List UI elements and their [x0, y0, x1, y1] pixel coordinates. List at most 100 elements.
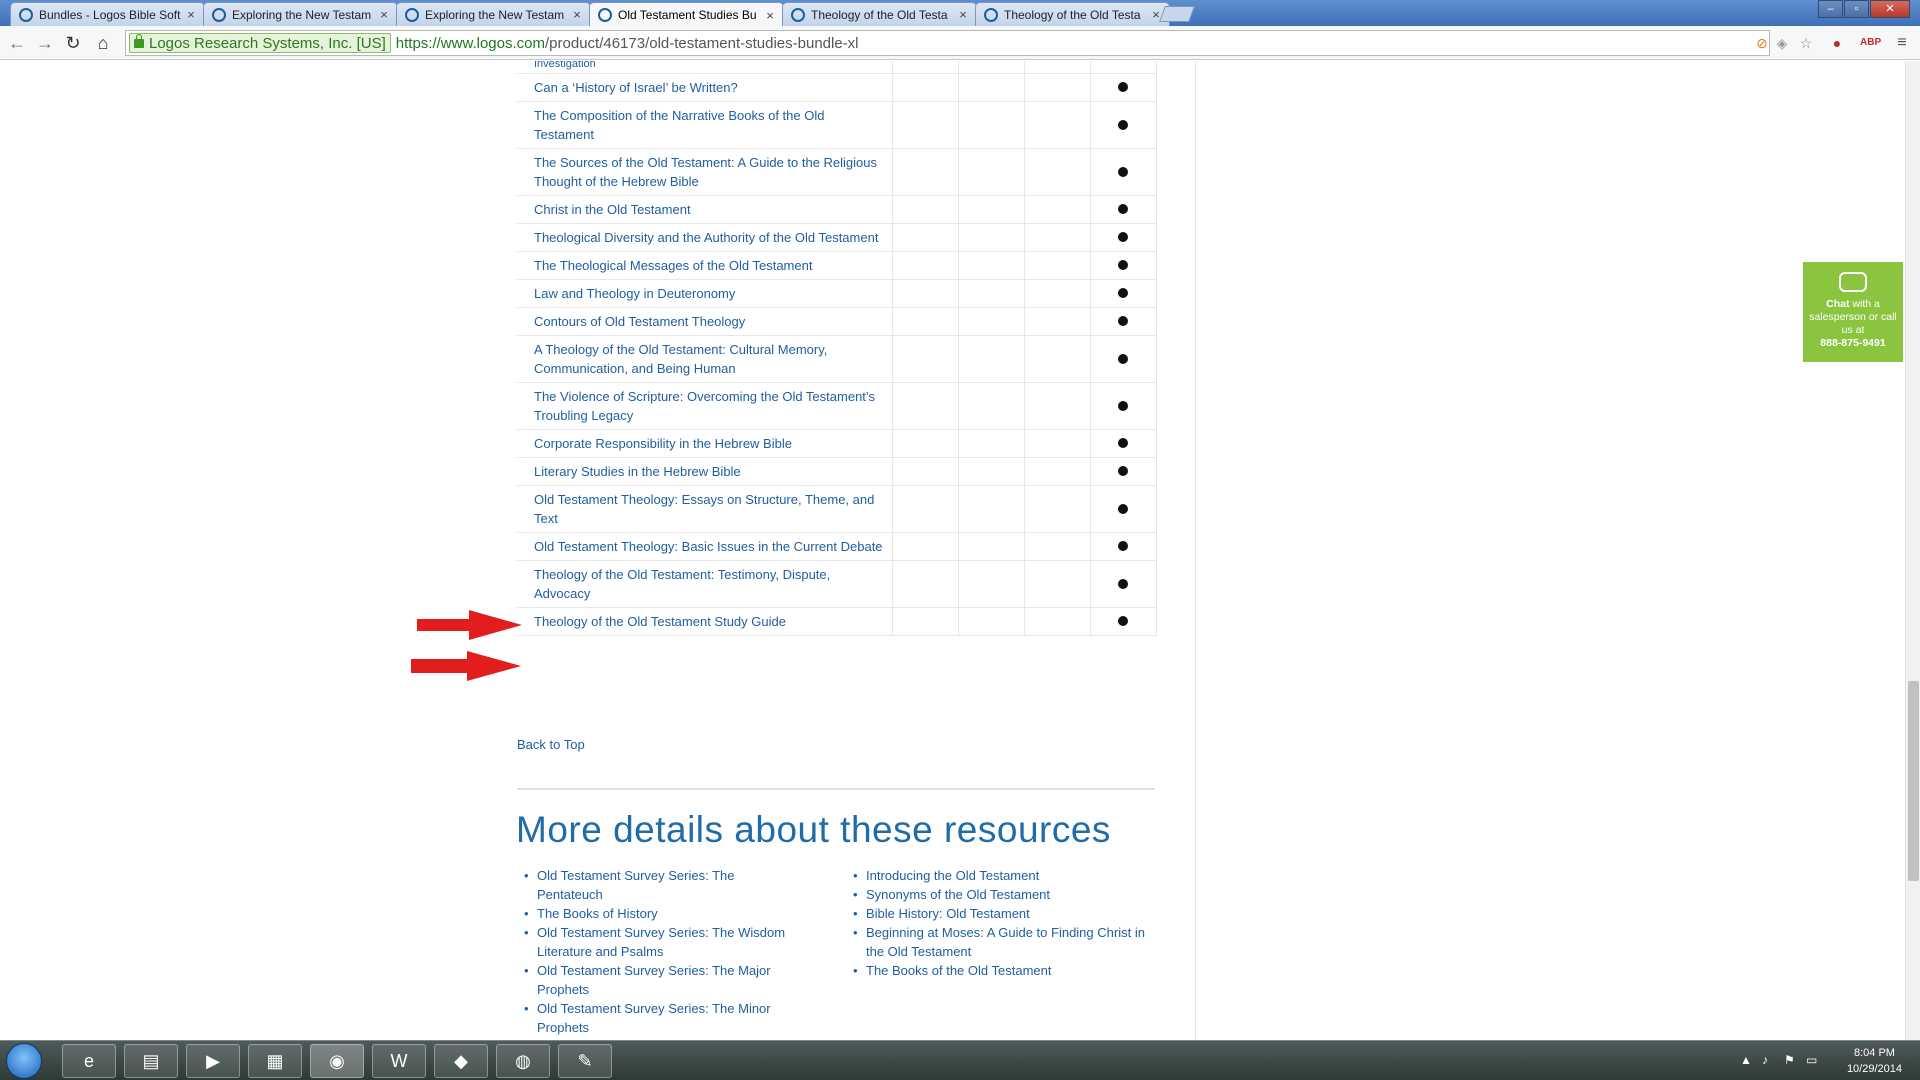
- start-button[interactable]: [6, 1043, 42, 1079]
- browser-tab[interactable]: Exploring the New Testam ×: [396, 2, 591, 26]
- browser-tab[interactable]: Exploring the New Testam ×: [203, 2, 398, 26]
- product-title-link[interactable]: Contours of Old Testament Theology: [517, 307, 893, 336]
- browser-tab[interactable]: Theology of the Old Testa ×: [975, 2, 1170, 26]
- adblock-icon[interactable]: ABP: [1860, 33, 1881, 53]
- resource-link[interactable]: Old Testament Survey Series: The Minor P…: [517, 999, 797, 1037]
- action-center-flag-icon[interactable]: ⚑: [1784, 1053, 1795, 1067]
- table-row: Christ in the Old Testament: [517, 195, 1157, 224]
- resource-link[interactable]: Beginning at Moses: A Guide to Finding C…: [846, 923, 1156, 961]
- shield-icon[interactable]: ◈: [1772, 33, 1792, 53]
- edition-column-cell: [1024, 195, 1091, 224]
- word-icon[interactable]: W: [372, 1044, 426, 1078]
- edition-column-cell: [1024, 279, 1091, 308]
- edition-column-cell: [1090, 335, 1157, 383]
- network-icon[interactable]: ▭: [1806, 1053, 1817, 1067]
- product-title-link[interactable]: Theological Diversity and the Authority …: [517, 223, 893, 252]
- edition-column-cell: [958, 223, 1025, 252]
- included-dot-icon: [1118, 466, 1128, 476]
- edition-column-cell: [1024, 335, 1091, 383]
- section-divider: [517, 788, 1155, 790]
- bookmark-star-icon[interactable]: ☆: [1796, 33, 1816, 53]
- product-title-link[interactable]: Old Testament Theology: Essays on Struct…: [517, 485, 893, 533]
- edition-column-cell: [1090, 457, 1157, 486]
- vertical-scrollbar[interactable]: [1905, 61, 1920, 1040]
- product-title-link[interactable]: Christ in the Old Testament: [517, 195, 893, 224]
- resource-link[interactable]: Old Testament Survey Series: The Major P…: [517, 961, 797, 999]
- resource-link[interactable]: Synonyms of the Old Testament: [846, 885, 1156, 904]
- table-row: Contours of Old Testament Theology: [517, 307, 1157, 336]
- tab-close-icon[interactable]: ×: [570, 7, 584, 22]
- menu-icon[interactable]: ≡: [1892, 33, 1912, 53]
- product-title-link[interactable]: The Theological Messages of the Old Test…: [517, 251, 893, 280]
- details-heading: More details about these resources: [516, 809, 1111, 850]
- product-title-link[interactable]: Corporate Responsibility in the Hebrew B…: [517, 429, 893, 458]
- back-to-top-link[interactable]: Back to Top: [517, 737, 585, 752]
- file-explorer-icon[interactable]: ▤: [124, 1044, 178, 1078]
- logos-favicon-icon: [791, 7, 805, 22]
- resource-link[interactable]: The Books of History: [517, 904, 797, 923]
- edition-column-cell: [958, 560, 1025, 608]
- resource-link[interactable]: Old Testament Survey Series: The Wisdom …: [517, 923, 797, 961]
- edition-column-cell: [1090, 429, 1157, 458]
- product-title-link[interactable]: A Theology of the Old Testament: Cultura…: [517, 335, 893, 383]
- tab-title: Exploring the New Testam: [425, 7, 565, 22]
- reload-icon[interactable]: ↻: [62, 32, 84, 54]
- tab-title: Old Testament Studies Bu: [618, 8, 757, 22]
- ev-certificate-badge[interactable]: Logos Research Systems, Inc. [US]: [129, 33, 391, 53]
- volume-icon[interactable]: ♪: [1762, 1053, 1768, 1067]
- minimize-icon[interactable]: –: [1818, 0, 1843, 18]
- product-title-link[interactable]: Theology of the Old Testament Study Guid…: [517, 607, 893, 636]
- maximize-icon[interactable]: ▫: [1844, 0, 1869, 18]
- tab-close-icon[interactable]: ×: [377, 7, 391, 22]
- tab-close-icon[interactable]: ×: [184, 7, 198, 22]
- browser-toolbar: ← → ↻ ⌂ Logos Research Systems, Inc. [US…: [0, 26, 1920, 60]
- tray-expand-icon[interactable]: ▲: [1740, 1053, 1752, 1067]
- product-title-link[interactable]: The Violence of Scripture: Overcoming th…: [517, 382, 893, 430]
- close-window-icon[interactable]: ✕: [1870, 0, 1910, 18]
- product-title-link[interactable]: Literary Studies in the Hebrew Bible: [517, 457, 893, 486]
- extension-stop-icon[interactable]: ●: [1827, 33, 1847, 53]
- calculator-icon[interactable]: ▦: [248, 1044, 302, 1078]
- product-title-link[interactable]: Law and Theology in Deuteronomy: [517, 279, 893, 308]
- firefox-icon[interactable]: ◍: [496, 1044, 550, 1078]
- block-icon[interactable]: ⊘: [1752, 33, 1772, 53]
- browser-tab[interactable]: Theology of the Old Testa ×: [782, 2, 977, 26]
- internet-explorer-icon[interactable]: e: [62, 1044, 116, 1078]
- product-title-link[interactable]: The Composition of the Narrative Books o…: [517, 101, 893, 149]
- product-title-link[interactable]: Investigation: [517, 61, 893, 74]
- home-icon[interactable]: ⌂: [92, 32, 114, 54]
- tab-close-icon[interactable]: ×: [763, 8, 777, 23]
- included-dot-icon: [1118, 260, 1128, 270]
- table-row: Theology of the Old Testament Study Guid…: [517, 607, 1157, 636]
- edition-column-cell: [1024, 429, 1091, 458]
- forward-arrow-icon[interactable]: →: [34, 32, 56, 54]
- back-arrow-icon[interactable]: ←: [6, 32, 28, 54]
- included-dot-icon: [1118, 503, 1128, 514]
- chat-strong: Chat: [1826, 298, 1850, 310]
- address-bar[interactable]: Logos Research Systems, Inc. [US] https:…: [125, 30, 1770, 56]
- resource-link[interactable]: Bible History: Old Testament: [846, 904, 1156, 923]
- resource-link[interactable]: The Books of the Old Testament: [846, 961, 1156, 980]
- logos-favicon-icon: [598, 8, 612, 22]
- product-title-link[interactable]: Old Testament Theology: Basic Issues in …: [517, 532, 893, 561]
- product-title-link[interactable]: Can a ‘History of Israel’ be Written?: [517, 73, 893, 102]
- chrome-icon[interactable]: ◉: [310, 1044, 364, 1078]
- edition-column-cell: [1024, 485, 1091, 533]
- table-row: The Sources of the Old Testament: A Guid…: [517, 148, 1157, 196]
- resource-link[interactable]: Introducing the Old Testament: [846, 866, 1156, 885]
- chat-widget[interactable]: Chat with a salesperson or call us at 88…: [1803, 262, 1903, 362]
- scroll-thumb[interactable]: [1908, 681, 1919, 881]
- new-tab-button[interactable]: [1159, 6, 1195, 22]
- windows-taskbar: e ▤ ▶ ▦ ◉ W ◆ ◍ ✎ ▲ ♪ ⚑ ▭ 8:04 PM 10/29/…: [0, 1040, 1920, 1080]
- browser-tab[interactable]: Old Testament Studies Bu ×: [589, 2, 784, 27]
- chat-phone: 888-875-9491: [1820, 337, 1886, 349]
- product-title-link[interactable]: The Sources of the Old Testament: A Guid…: [517, 148, 893, 196]
- resource-link[interactable]: Old Testament Survey Series: The Pentate…: [517, 866, 797, 904]
- tab-close-icon[interactable]: ×: [956, 7, 970, 22]
- system-clock[interactable]: 8:04 PM 10/29/2014: [1847, 1045, 1902, 1077]
- media-player-icon[interactable]: ▶: [186, 1044, 240, 1078]
- paint-icon[interactable]: ✎: [558, 1044, 612, 1078]
- product-title-link[interactable]: Theology of the Old Testament: Testimony…: [517, 560, 893, 608]
- browser-tab[interactable]: Bundles - Logos Bible Soft ×: [10, 2, 205, 26]
- notes-icon[interactable]: ◆: [434, 1044, 488, 1078]
